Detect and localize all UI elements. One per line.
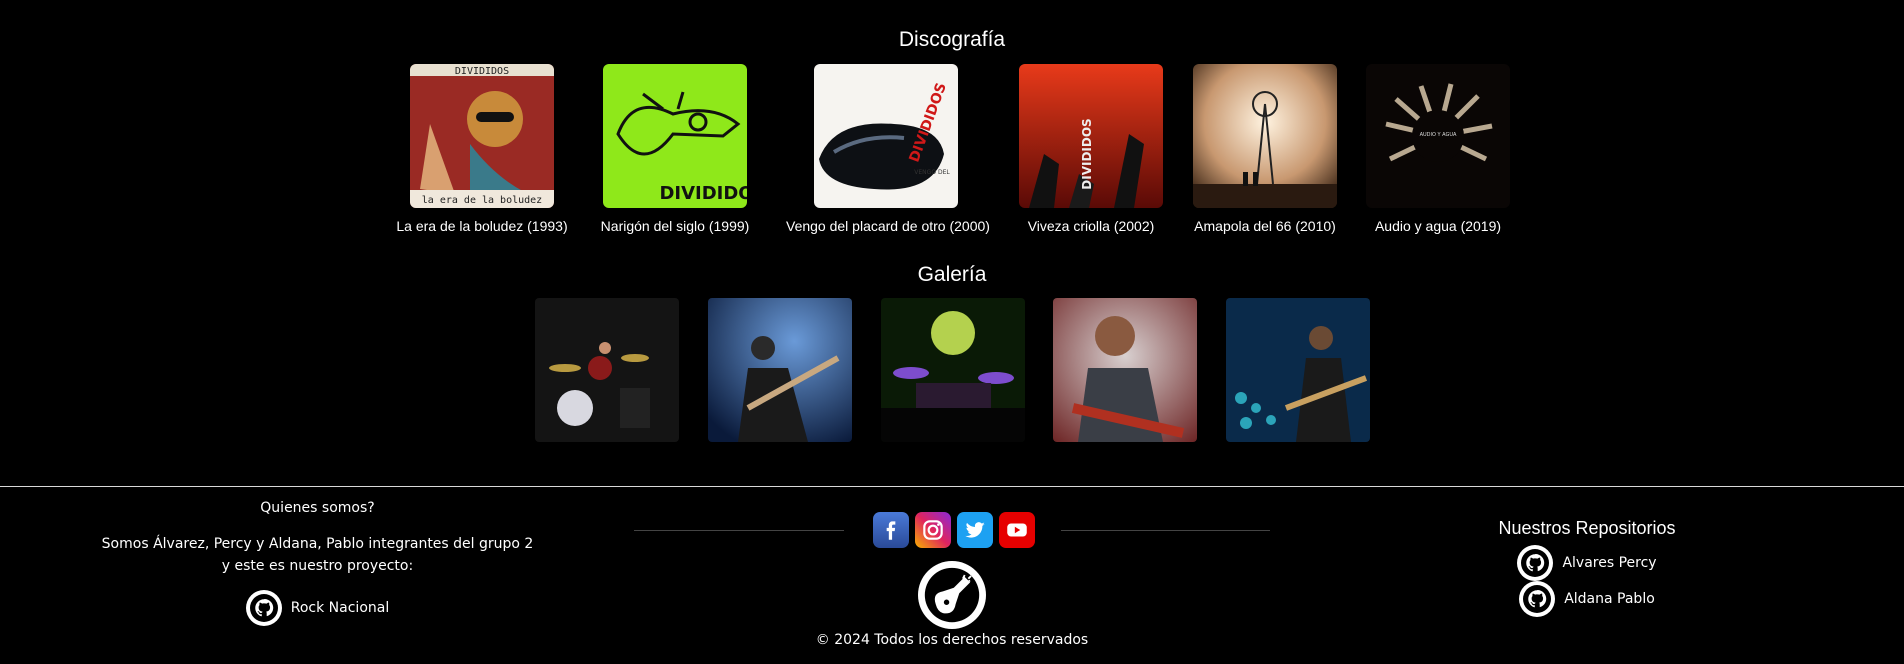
github-icon	[1519, 580, 1556, 617]
about-line-1: Somos Álvarez, Percy y Aldana, Pablo int…	[101, 536, 534, 552]
album-card[interactable]: DIVIDIDOS Narigón del siglo (1999)	[575, 64, 775, 234]
album-cover[interactable]: DIVIDIDOS	[603, 64, 747, 208]
album-cover[interactable]: DIVIDIDOS VENGO DEL	[814, 64, 958, 208]
album-card[interactable]: DIVIDIDOS Viveza criolla (2002)	[991, 64, 1191, 234]
repo-link[interactable]: Aldana Pablo	[1519, 580, 1655, 617]
repo-link-label: Aldana Pablo	[1564, 590, 1655, 607]
svg-text:DIVIDIDOS: DIVIDIDOS	[659, 183, 747, 204]
svg-text:DIVIDIDOS: DIVIDIDOS	[455, 66, 509, 77]
album-card[interactable]: AUDIO Y AGUA Audio y agua (2019)	[1338, 64, 1538, 234]
footer-divider	[0, 486, 1904, 487]
svg-text:AUDIO Y AGUA: AUDIO Y AGUA	[1420, 132, 1457, 138]
github-icon	[1517, 544, 1554, 581]
svg-text:DIVIDIDOS: DIVIDIDOS	[1080, 118, 1094, 189]
youtube-icon[interactable]	[999, 512, 1035, 548]
repositories-section: Nuestros Repositorios Alvares Percy Alda…	[1440, 518, 1734, 617]
album-caption: La era de la boludez (1993)	[396, 218, 568, 234]
about-line-2: y este es nuestro proyecto:	[221, 558, 414, 574]
svg-text:la era de la boludez: la era de la boludez	[422, 195, 542, 206]
footer-line-left	[634, 530, 844, 531]
copyright: © 2024 Todos los derechos reservados	[815, 632, 1089, 648]
project-link[interactable]: Rock Nacional	[245, 590, 390, 626]
gallery-photo[interactable]	[881, 298, 1025, 442]
gallery-photo[interactable]	[535, 298, 679, 442]
project-link-label: Rock Nacional	[290, 600, 390, 616]
album-caption: Viveza criolla (2002)	[1027, 218, 1155, 234]
repo-link-label: Alvares Percy	[1562, 554, 1657, 571]
album-caption: Audio y agua (2019)	[1374, 218, 1502, 234]
gallery-title: Galería	[917, 263, 987, 286]
github-icon	[245, 590, 282, 626]
instagram-icon[interactable]	[915, 512, 951, 548]
gallery-photo[interactable]	[1053, 298, 1197, 442]
album-cover[interactable]: DIVIDIDOS	[1019, 64, 1163, 208]
facebook-icon[interactable]	[873, 512, 909, 548]
twitter-icon[interactable]	[957, 512, 993, 548]
guitar-logo-icon[interactable]	[918, 561, 986, 629]
album-caption: Amapola del 66 (2010)	[1194, 218, 1336, 234]
album-card[interactable]: DIVIDIDOS VENGO DEL Vengo del placard de …	[786, 64, 990, 234]
album-cover[interactable]: AUDIO Y AGUA	[1366, 64, 1510, 208]
about-heading: Quienes somos?	[260, 500, 375, 516]
svg-text:VENGO DEL: VENGO DEL	[914, 169, 950, 176]
album-cover[interactable]: DIVIDIDOS la era de la boludez	[410, 64, 554, 208]
album-card[interactable]: Amapola del 66 (2010)	[1165, 64, 1365, 234]
repo-link[interactable]: Alvares Percy	[1517, 544, 1657, 581]
repositories-heading: Nuestros Repositorios	[1498, 518, 1676, 538]
album-card[interactable]: DIVIDIDOS la era de la boludez La era de …	[382, 64, 582, 234]
discography-title: Discografía	[898, 28, 1006, 51]
social-links	[873, 512, 1035, 548]
about-section: Quienes somos? Somos Álvarez, Percy y Al…	[100, 500, 535, 626]
album-cover[interactable]	[1193, 64, 1337, 208]
album-caption: Vengo del placard de otro (2000)	[786, 218, 990, 234]
gallery-photo[interactable]	[1226, 298, 1370, 442]
footer-line-right	[1061, 530, 1270, 531]
album-caption: Narigón del siglo (1999)	[600, 218, 750, 234]
gallery-photo[interactable]	[708, 298, 852, 442]
